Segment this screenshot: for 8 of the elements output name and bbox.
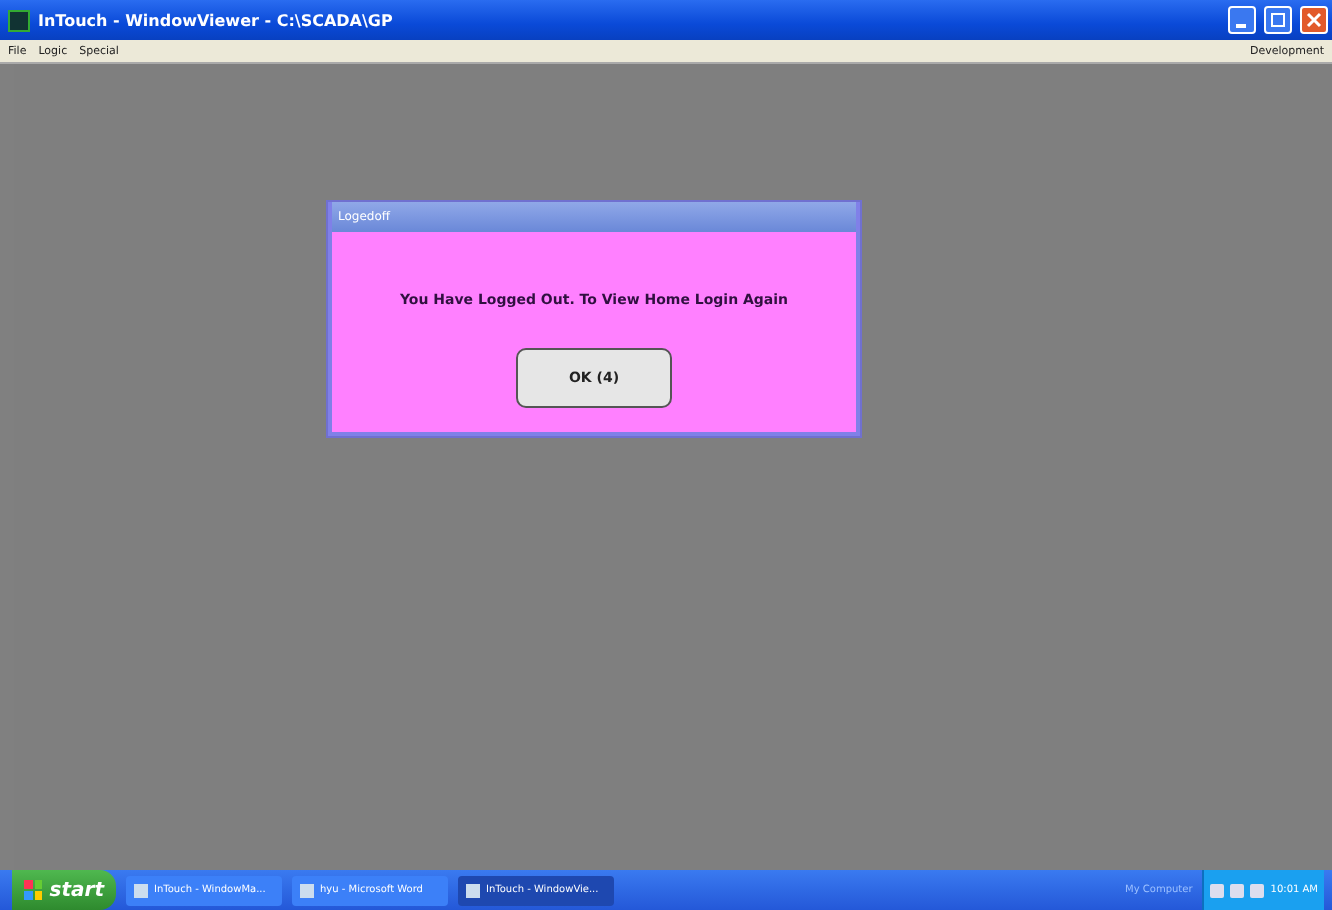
close-button[interactable] bbox=[1300, 6, 1328, 34]
close-icon bbox=[1306, 12, 1322, 28]
minimize-button[interactable] bbox=[1228, 6, 1256, 34]
windows-flag-icon bbox=[24, 880, 42, 900]
app-icon bbox=[8, 9, 30, 31]
maximize-icon bbox=[1270, 12, 1286, 28]
maximize-button[interactable] bbox=[1264, 6, 1292, 34]
window-title: InTouch - WindowViewer - C:\SCADA\GP bbox=[38, 11, 393, 29]
